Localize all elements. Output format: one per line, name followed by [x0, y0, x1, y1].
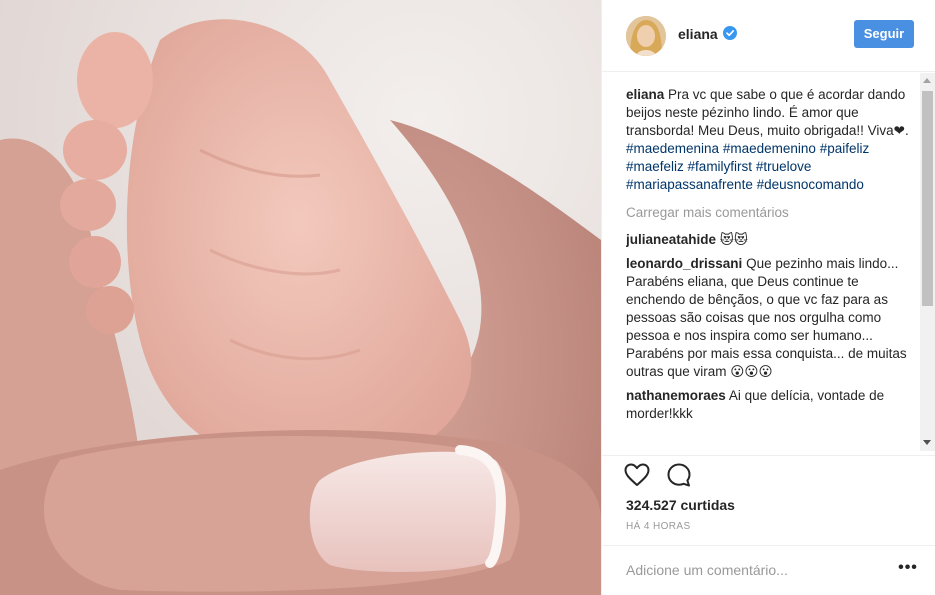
comment-username[interactable]: julianeatahide — [626, 232, 716, 247]
add-comment-input[interactable] — [626, 560, 876, 580]
post-header: eliana Seguir — [602, 0, 935, 72]
scrollbar-thumb[interactable] — [922, 91, 933, 306]
comments-scrollbar[interactable] — [920, 73, 935, 451]
comment-text: 😻😻 — [719, 232, 748, 247]
baby-foot-photo — [0, 0, 601, 595]
follow-button[interactable]: Seguir — [854, 20, 914, 48]
verified-badge-icon — [723, 26, 737, 40]
hashtag-link[interactable]: #maefeliz — [626, 159, 684, 174]
load-more-comments-button[interactable]: Carregar mais comentários — [626, 204, 916, 222]
caption-end: . — [904, 123, 909, 138]
avatar-image — [626, 16, 666, 56]
comment-username[interactable]: nathanemoraes — [626, 388, 726, 403]
add-comment-bar: ••• — [602, 545, 935, 595]
post-side-panel: eliana Seguir eliana Pra vc que sabe o q… — [601, 0, 935, 595]
post-author-username[interactable]: eliana — [678, 26, 718, 42]
comments-list: eliana Pra vc que sabe o que é acordar d… — [626, 86, 916, 456]
comment-icon[interactable] — [666, 462, 692, 488]
hashtag-link[interactable]: #paifeliz — [820, 141, 870, 156]
avatar[interactable] — [626, 16, 666, 56]
caption-username[interactable]: eliana — [626, 87, 664, 102]
scroll-up-arrow-icon[interactable] — [923, 78, 931, 83]
instagram-post-modal: eliana Seguir eliana Pra vc que sabe o q… — [0, 0, 935, 595]
hashtag-link[interactable]: #maedemenino — [723, 141, 816, 156]
post-photo[interactable] — [0, 0, 601, 595]
hashtag-link[interactable]: #maedemenina — [626, 141, 719, 156]
heart-emoji: ❤ — [893, 123, 905, 138]
hashtag-link[interactable]: #truelove — [756, 159, 812, 174]
scroll-down-arrow-icon[interactable] — [923, 440, 931, 445]
actions-divider — [602, 455, 935, 456]
hashtag-link[interactable]: #mariapassanafrente — [626, 177, 753, 192]
caption-text: Pra vc que sabe o que é acordar dando be… — [626, 87, 906, 138]
comment-username[interactable]: leonardo_drissani — [626, 256, 742, 271]
more-options-icon[interactable]: ••• — [896, 560, 920, 580]
likes-count[interactable]: 324.527 curtidas — [626, 497, 735, 513]
comment-item: julianeatahide 😻😻 — [626, 231, 916, 249]
caption: eliana Pra vc que sabe o que é acordar d… — [626, 86, 916, 194]
comment-text: Que pezinho mais lindo... Parabéns elian… — [626, 256, 907, 379]
hashtag-link[interactable]: #familyfirst — [688, 159, 753, 174]
hashtag-link[interactable]: #deusnocomando — [757, 177, 864, 192]
comment-item: leonardo_drissani Que pezinho mais lindo… — [626, 255, 916, 381]
comment-item: nathanemoraes Ai que delícia, vontade de… — [626, 387, 916, 423]
post-timestamp[interactable]: HÁ 4 HORAS — [626, 521, 691, 532]
heart-icon[interactable] — [624, 463, 650, 487]
